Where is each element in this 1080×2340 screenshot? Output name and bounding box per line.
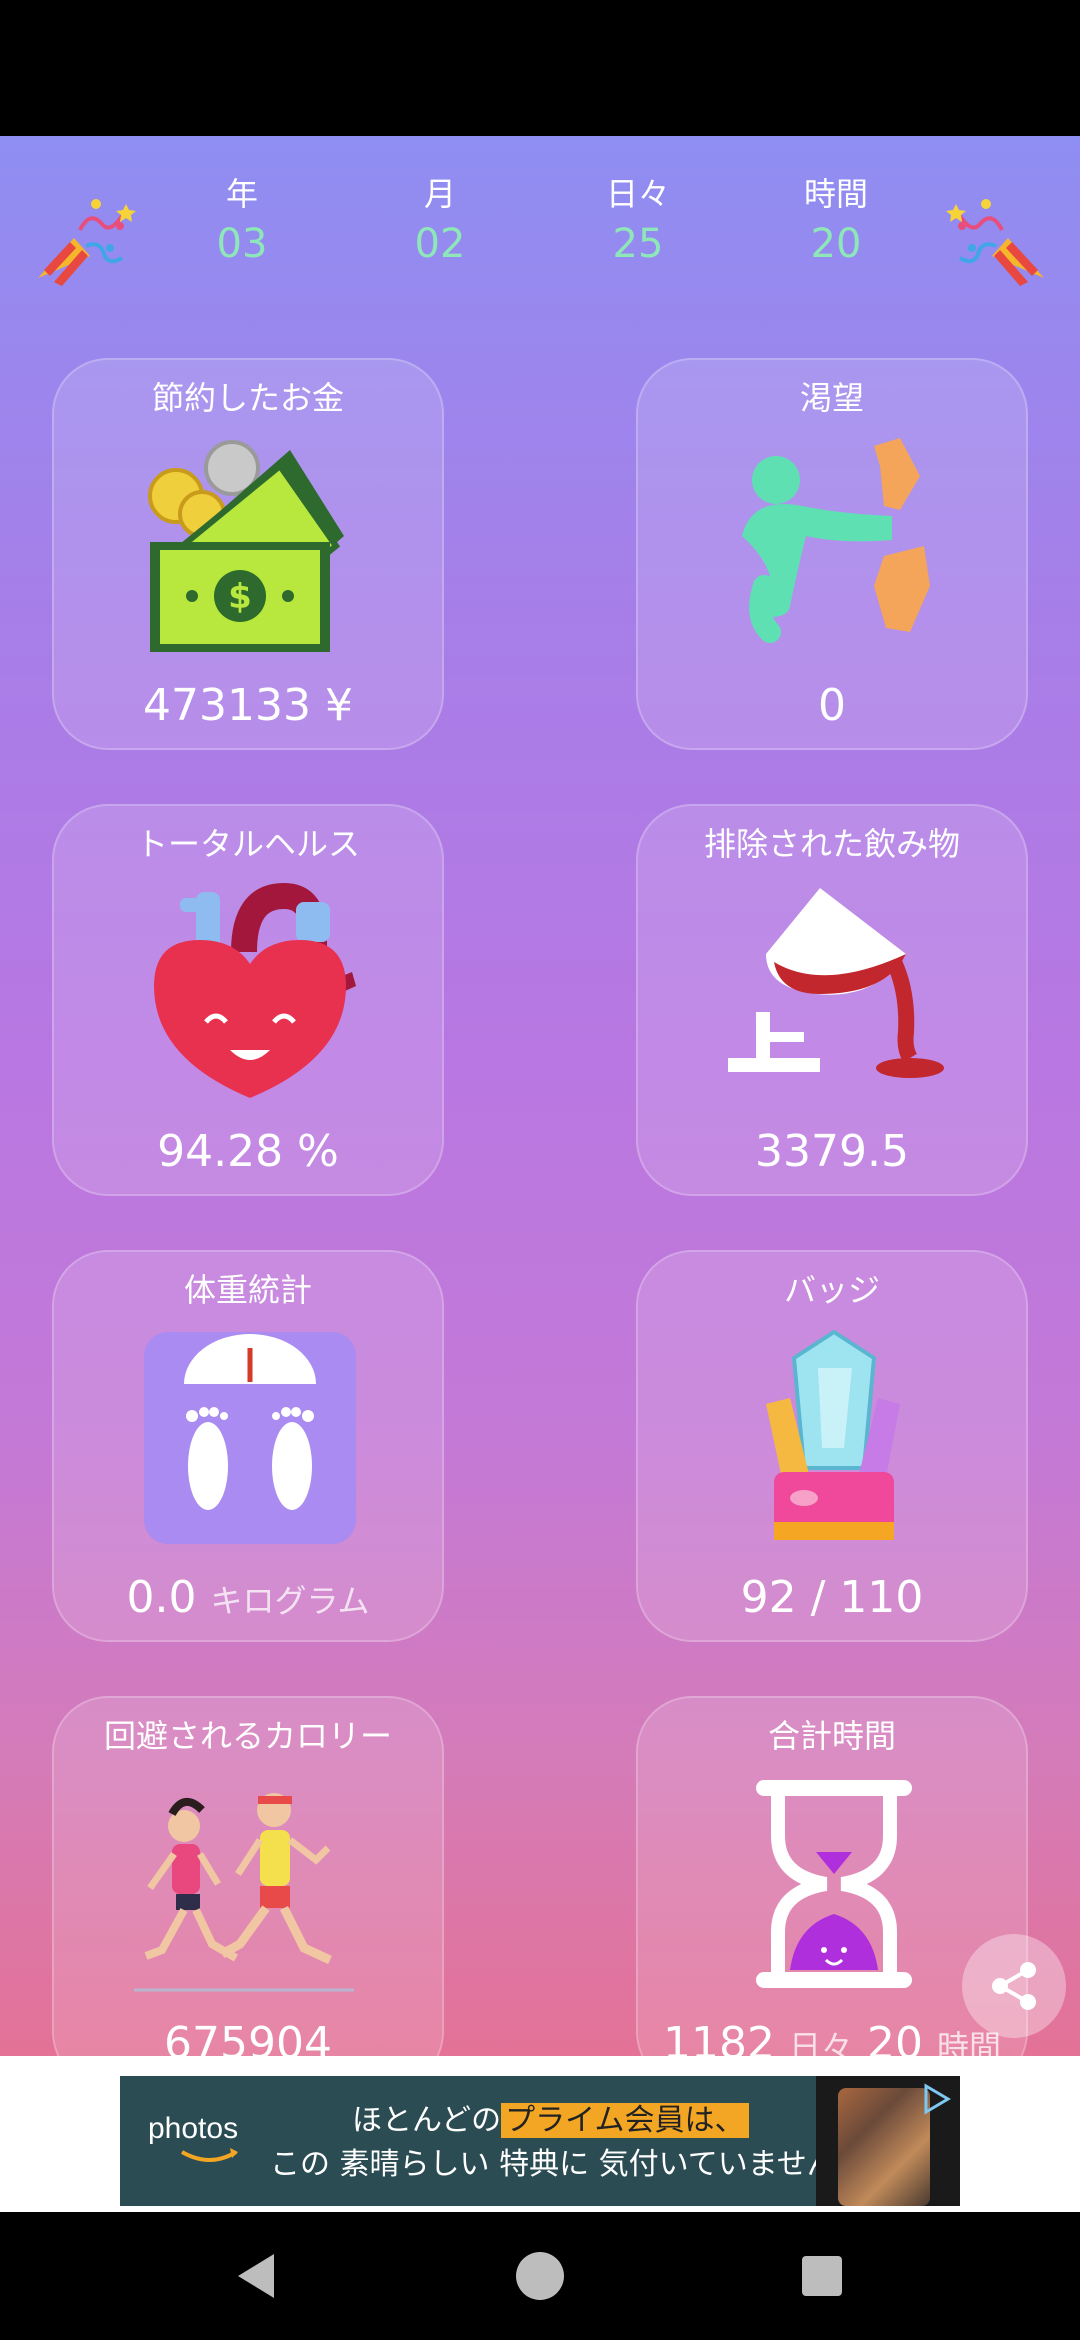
card-value: 0 (818, 680, 846, 731)
card-value: 1182 日々 20 時間 (638, 2016, 1026, 2056)
ad-headline: ほとんどの プライム会員は、 (352, 2102, 749, 2140)
card-title: 排除された飲み物 (703, 825, 960, 863)
card-value: 473133 ¥ (143, 680, 353, 731)
card-title: 節約したお金 (151, 379, 344, 417)
amazon-smile-icon (181, 2148, 238, 2162)
card-title: 体重統計 (183, 1271, 312, 1309)
counter-months: 月 02 (350, 172, 530, 272)
recent-square-icon[interactable] (794, 2248, 850, 2304)
app-screen: 年 03 月 02 日々 25 時間 20 節約したお金 $ 473133 ¥ … (0, 136, 1080, 2056)
status-bar (0, 0, 1080, 136)
card-drinks-removed[interactable]: 排除された飲み物 3379.5 (636, 804, 1028, 1196)
hourglass-icon (756, 1780, 912, 1988)
home-circle-icon[interactable] (512, 2248, 568, 2304)
counter-label: 日々 (605, 175, 670, 213)
counter-label: 月 (423, 175, 456, 213)
card-value: 3379.5 (755, 1126, 909, 1177)
kick-bottle-icon (742, 438, 930, 643)
counter-value: 02 (414, 221, 466, 267)
counter-years: 年 03 (152, 172, 332, 272)
svg-text:$: $ (228, 577, 252, 617)
runners-icon (134, 1793, 354, 1992)
card-value: 0.0 キログラム (54, 1570, 442, 1629)
counter-value: 25 (612, 221, 664, 267)
ad-choices-icon[interactable] (920, 2082, 954, 2116)
ad-headline-highlight: プライム会員は、 (501, 2103, 749, 2138)
weight-value: 0.0 (126, 1572, 197, 1623)
card-title: 合計時間 (767, 1717, 896, 1755)
counter-hours: 時間 20 (746, 172, 926, 272)
card-title: 回避されるカロリー (103, 1717, 392, 1755)
total-days-unit: 日々 (788, 2028, 853, 2056)
share-icon (992, 1962, 1036, 2010)
heart-icon (154, 882, 356, 1098)
card-total-health[interactable]: トータルヘルス 94.28 % (52, 804, 444, 1196)
card-weight-stats[interactable]: 体重統計 0.0 キログラム (52, 1250, 444, 1642)
ad-subline: この 素晴らしい 特典に 気付いていません (270, 2147, 837, 2182)
ad-area: photos ほとんどの プライム会員は、 この 素晴らしい 特典に 気付いていま… (0, 2056, 1080, 2212)
counter-value: 03 (216, 221, 268, 267)
ad-headline-pre: ほとんどの (352, 2103, 502, 2138)
card-title: バッジ (783, 1271, 880, 1309)
card-money-saved[interactable]: 節約したお金 $ 473133 ¥ (52, 358, 444, 750)
card-title: トータルヘルス (135, 825, 360, 863)
card-title: 渇望 (799, 379, 864, 417)
card-value: 92 / 110 (740, 1572, 924, 1623)
spilled-wine-glass-icon (728, 888, 944, 1078)
money-stack-icon: $ (148, 440, 344, 652)
weight-unit: キログラム (210, 1582, 370, 1620)
card-value: 94.28 % (157, 1126, 339, 1177)
total-hours-value: 20 (866, 2018, 923, 2056)
share-button[interactable] (962, 1934, 1066, 2038)
total-days-value: 1182 (662, 2018, 775, 2056)
crystal-trophy-icon (766, 1329, 900, 1540)
counter-label: 時間 (803, 175, 868, 213)
card-badges[interactable]: バッジ 92 / 110 (636, 1250, 1028, 1642)
scale-footprints-icon (144, 1332, 356, 1544)
back-triangle-icon[interactable] (230, 2248, 286, 2304)
elapsed-counter-row: 年 03 月 02 日々 25 時間 20 (0, 172, 1080, 292)
system-nav-bar (0, 2212, 1080, 2340)
ad-brand: photos (148, 2112, 239, 2145)
counter-value: 20 (810, 221, 862, 267)
card-value: 675904 (164, 2018, 332, 2056)
card-calories-avoided[interactable]: 回避されるカロリー 675904 (52, 1696, 444, 2056)
counter-label: 年 (225, 175, 258, 213)
counter-days: 日々 25 (548, 172, 728, 272)
ad-banner[interactable]: photos ほとんどの プライム会員は、 この 素晴らしい 特典に 気付いていま… (120, 2076, 960, 2206)
card-craving[interactable]: 渇望 0 (636, 358, 1028, 750)
